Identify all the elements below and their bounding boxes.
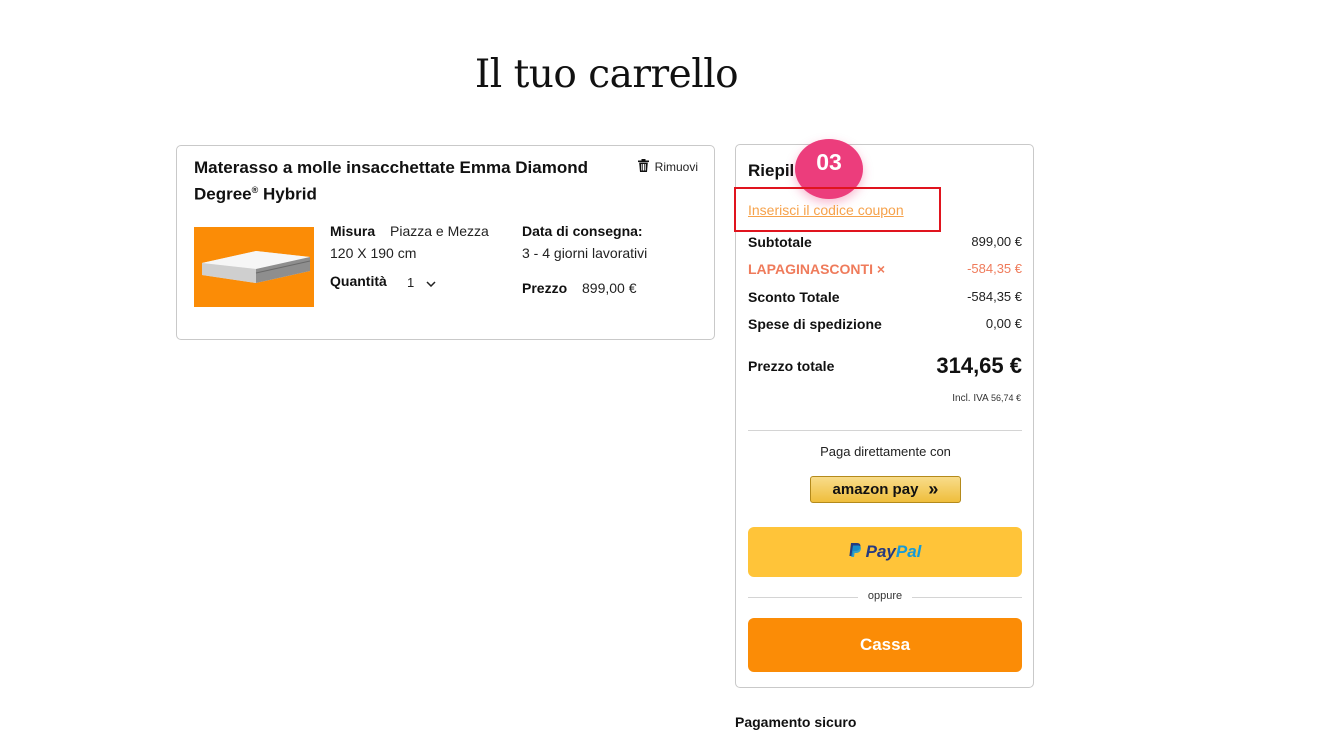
quantity-label: Quantità	[330, 273, 387, 289]
product-name-suffix: Hybrid	[258, 184, 317, 204]
coupon-link[interactable]: Inserisci il codice coupon	[748, 202, 904, 218]
vat-note: Incl. IVA 56,74 €	[952, 393, 1021, 404]
price-value: 899,00 €	[582, 280, 637, 296]
total-row: Prezzo totale 314,65 €	[748, 353, 1022, 379]
subtotal-value: 899,00 €	[971, 234, 1022, 249]
summary-divider	[748, 430, 1022, 431]
vat-value: 56,74 €	[990, 393, 1021, 403]
total-discount-label: Sconto Totale	[748, 289, 840, 305]
page-title: Il tuo carrello	[474, 52, 739, 97]
chevron-down-icon	[426, 275, 436, 290]
paypal-pal-text: Pal	[895, 542, 922, 561]
coupon-row: LAPAGINASCONTI × -584,35 €	[748, 261, 1022, 277]
order-summary-card: Riepil 03 Inserisci il codice coupon Sub…	[734, 139, 1034, 688]
subtotal-label: Subtotale	[748, 234, 812, 250]
pay-direct-label: Paga direttamente con	[820, 444, 951, 459]
paypal-button[interactable]: PayPal	[748, 527, 1022, 577]
amazon-pay-logo: amazon pay	[832, 481, 919, 498]
delivery-label: Data di consegna:	[522, 223, 643, 239]
or-separator: oppure	[748, 590, 1022, 604]
delivery-value: 3 - 4 giorni lavorativi	[522, 245, 648, 261]
amazon-pay-button[interactable]: amazon pay »	[810, 476, 961, 503]
quantity-value: 1	[407, 275, 415, 290]
size-label: Misura	[330, 223, 376, 239]
shipping-row: Spese di spedizione 0,00 €	[748, 316, 1022, 332]
coupon-discount-value: -584,35 €	[967, 261, 1022, 276]
mattress-illustration	[202, 251, 311, 283]
checkout-button[interactable]: Cassa	[748, 618, 1022, 672]
product-name-text: Materasso a molle insacchettate Emma Dia…	[194, 158, 588, 204]
subtotal-row: Subtotale 899,00 €	[748, 234, 1022, 250]
shipping-label: Spese di spedizione	[748, 316, 882, 332]
paypal-pay-text: Pay	[865, 542, 896, 561]
double-chevron-icon: »	[928, 479, 939, 499]
coupon-code-label[interactable]: LAPAGINASCONTI ×	[748, 261, 885, 277]
size-value: Piazza e Mezza	[390, 223, 489, 239]
remove-label: Rimuovi	[654, 160, 698, 174]
vat-label: Incl. IVA	[952, 393, 989, 404]
paypal-p-icon	[849, 542, 861, 562]
summary-title: Riepil	[748, 161, 795, 180]
total-discount-row: Sconto Totale -584,35 €	[748, 289, 1022, 305]
or-label: oppure	[867, 590, 903, 602]
total-label: Prezzo totale	[748, 358, 835, 374]
quantity-select[interactable]: 1	[407, 275, 436, 290]
price-label: Prezzo	[522, 280, 568, 296]
remove-button[interactable]: Rimuovi	[637, 159, 698, 175]
shipping-value: 0,00 €	[985, 316, 1022, 331]
total-discount-value: -584,35 €	[967, 289, 1022, 304]
trash-icon	[637, 159, 649, 175]
product-image[interactable]	[194, 227, 314, 307]
dimensions-value: 120 X 190 cm	[330, 245, 417, 261]
secure-payment-title: Pagamento sicuro	[735, 714, 857, 730]
cart-item-card: Materasso a molle insacchettate Emma Dia…	[176, 145, 715, 340]
total-value: 314,65 €	[936, 353, 1022, 378]
product-name[interactable]: Materasso a molle insacchettate Emma Dia…	[194, 156, 614, 206]
